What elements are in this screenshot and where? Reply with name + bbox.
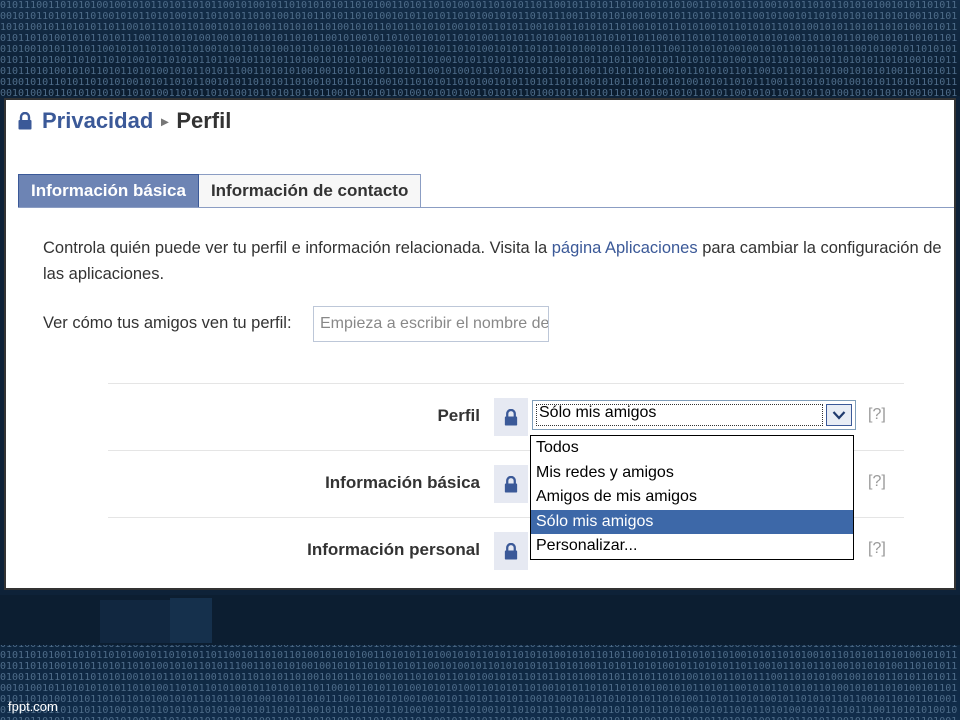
- lock-icon: [18, 112, 32, 130]
- privacy-dropdown-list: Todos Mis redes y amigos Amigos de mis a…: [530, 435, 854, 560]
- privacy-select-profile[interactable]: Sólo mis amigos: [532, 400, 856, 430]
- breadcrumb-privacy-link[interactable]: Privacidad: [42, 108, 153, 134]
- select-value: Sólo mis amigos: [539, 404, 657, 421]
- setting-label: Información básica: [325, 473, 480, 492]
- binary-background-top: 0101110011010101001001010110101101011001…: [0, 0, 960, 96]
- tab-bar: Información básica Información de contac…: [18, 174, 422, 208]
- help-link[interactable]: [?]: [868, 473, 886, 491]
- tab-contact-info[interactable]: Información de contacto: [198, 174, 422, 208]
- applications-page-link[interactable]: página Aplicaciones: [552, 239, 698, 257]
- page-title: Perfil: [176, 108, 232, 133]
- tab-basic-info[interactable]: Información básica: [18, 174, 199, 208]
- preview-label: Ver cómo tus amigos ven tu perfil:: [43, 314, 292, 332]
- dropdown-option[interactable]: Personalizar...: [531, 534, 853, 559]
- setting-label: Perfil: [437, 406, 480, 425]
- lock-icon: [494, 398, 528, 436]
- lock-icon: [494, 532, 528, 570]
- brand-watermark: fppt.com: [8, 699, 58, 714]
- tab-divider: [18, 207, 954, 208]
- dropdown-option[interactable]: Todos: [531, 436, 853, 461]
- breadcrumb: Privacidad ▸ Perfil: [18, 108, 231, 134]
- decorative-square: [170, 598, 212, 643]
- friend-search-input[interactable]: Empieza a escribir el nombre de un amigo: [313, 306, 549, 342]
- setting-label: Información personal: [307, 540, 480, 559]
- privacy-panel: Privacidad ▸ Perfil Información básica I…: [4, 98, 956, 590]
- description-text: Controla quién puede ver tu perfil e inf…: [43, 235, 948, 287]
- description-before: Controla quién puede ver tu perfil e inf…: [43, 239, 552, 257]
- dropdown-option[interactable]: Amigos de mis amigos: [531, 485, 853, 510]
- lock-icon: [494, 465, 528, 503]
- dropdown-option-selected[interactable]: Sólo mis amigos: [531, 509, 853, 535]
- help-link[interactable]: [?]: [868, 406, 886, 424]
- help-link[interactable]: [?]: [868, 540, 886, 558]
- dropdown-option[interactable]: Mis redes y amigos: [531, 461, 853, 486]
- breadcrumb-separator: ▸: [161, 112, 169, 129]
- chevron-down-icon[interactable]: [826, 404, 852, 426]
- decorative-square: [100, 600, 170, 643]
